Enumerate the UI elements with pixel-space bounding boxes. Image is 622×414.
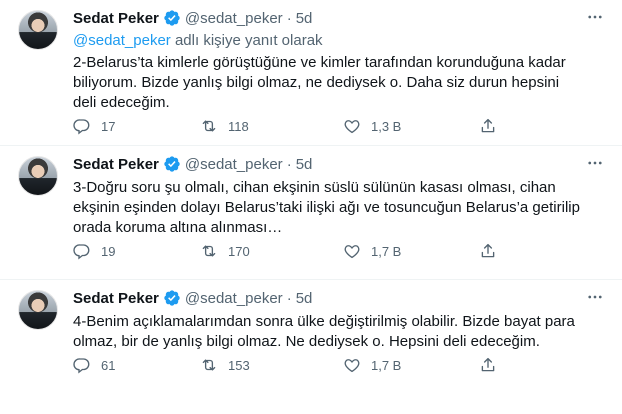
- tweet-content: Sedat Peker @sedat_peker · 5d @sedat_pek…: [73, 8, 608, 135]
- tweet-text: 2-Belarus’ta kimlerle görüştüğüne ve kim…: [73, 54, 566, 111]
- like-button[interactable]: 1,7 B: [343, 242, 401, 260]
- timestamp[interactable]: 5d: [296, 290, 313, 307]
- timestamp[interactable]: 5d: [296, 10, 313, 27]
- tweet-header: Sedat Peker @sedat_peker · 5d: [73, 154, 608, 174]
- reply-count: 61: [101, 357, 116, 373]
- author-handle[interactable]: @sedat_peker: [185, 156, 283, 173]
- reply-button[interactable]: 61: [73, 356, 115, 374]
- avatar[interactable]: [18, 290, 58, 330]
- retweet-count: 118: [228, 118, 249, 134]
- share-button[interactable]: [479, 242, 497, 260]
- reply-icon: [73, 244, 90, 260]
- retweet-icon: [202, 359, 216, 371]
- retweet-button[interactable]: 118: [200, 117, 249, 135]
- tweet[interactable]: Sedat Peker @sedat_peker · 5d @sedat_pek…: [0, 0, 622, 146]
- tweet-content: Sedat Peker @sedat_peker · 5d 4-Benim aç…: [73, 288, 608, 374]
- separator-dot: ·: [286, 155, 292, 173]
- retweet-button[interactable]: 153: [200, 356, 250, 374]
- reply-icon: [73, 358, 90, 374]
- share-button[interactable]: [479, 117, 497, 135]
- timestamp[interactable]: 5d: [296, 156, 313, 173]
- retweet-count: 170: [228, 243, 250, 259]
- like-icon: [344, 245, 360, 259]
- retweet-button[interactable]: 170: [200, 242, 250, 260]
- separator-dot: ·: [286, 9, 292, 27]
- author-name[interactable]: Sedat Peker: [73, 10, 159, 27]
- reply-button[interactable]: 19: [73, 242, 115, 260]
- author-handle[interactable]: @sedat_peker: [185, 290, 283, 307]
- retweet-count: 153: [228, 357, 250, 373]
- tweet[interactable]: Sedat Peker @sedat_peker · 5d 4-Benim aç…: [0, 280, 622, 414]
- verified-badge-icon: [164, 10, 180, 26]
- tweet-header: Sedat Peker @sedat_peker · 5d: [73, 8, 608, 28]
- reply-count: 19: [101, 243, 116, 259]
- author-name[interactable]: Sedat Peker: [73, 156, 159, 173]
- reply-suffix: adlı kişiye yanıt olarak: [170, 32, 323, 49]
- reply-mention[interactable]: @sedat_peker: [73, 32, 171, 49]
- share-button[interactable]: [479, 356, 497, 374]
- verified-badge-icon: [164, 290, 180, 306]
- like-count: 1,7 B: [371, 243, 402, 259]
- reply-context: @sedat_peker adlı kişiye yanıt olarak: [73, 32, 608, 49]
- more-icon[interactable]: [582, 4, 608, 30]
- like-count: 1,3 B: [371, 118, 402, 134]
- separator-dot: ·: [286, 289, 292, 307]
- tweet-text: 3-Doğru soru şu olmalı, cihan ekşinin sü…: [73, 179, 580, 236]
- retweet-icon: [202, 245, 216, 257]
- verified-badge-icon: [164, 156, 180, 172]
- avatar[interactable]: [18, 156, 58, 196]
- avatar[interactable]: [18, 10, 58, 50]
- like-button[interactable]: 1,3 B: [343, 117, 401, 135]
- author-name[interactable]: Sedat Peker: [73, 290, 159, 307]
- author-handle[interactable]: @sedat_peker: [185, 10, 283, 27]
- like-button[interactable]: 1,7 B: [343, 356, 401, 374]
- tweet-content: Sedat Peker @sedat_peker · 5d 3-Doğru so…: [73, 154, 608, 260]
- reply-button[interactable]: 17: [73, 117, 115, 135]
- tweet-text: 4-Benim açıklamalarımdan sonra ülke deği…: [73, 313, 575, 350]
- tweet-header: Sedat Peker @sedat_peker · 5d: [73, 288, 608, 308]
- like-icon: [344, 120, 360, 134]
- tweet[interactable]: Sedat Peker @sedat_peker · 5d 3-Doğru so…: [0, 146, 622, 280]
- like-count: 1,7 B: [371, 357, 402, 373]
- reply-count: 17: [101, 118, 116, 134]
- share-icon: [481, 118, 495, 133]
- like-icon: [344, 359, 360, 373]
- more-icon[interactable]: [582, 150, 608, 176]
- retweet-icon: [202, 120, 216, 132]
- reply-icon: [73, 119, 90, 135]
- share-icon: [481, 243, 495, 258]
- more-icon[interactable]: [582, 284, 608, 310]
- share-icon: [481, 357, 495, 372]
